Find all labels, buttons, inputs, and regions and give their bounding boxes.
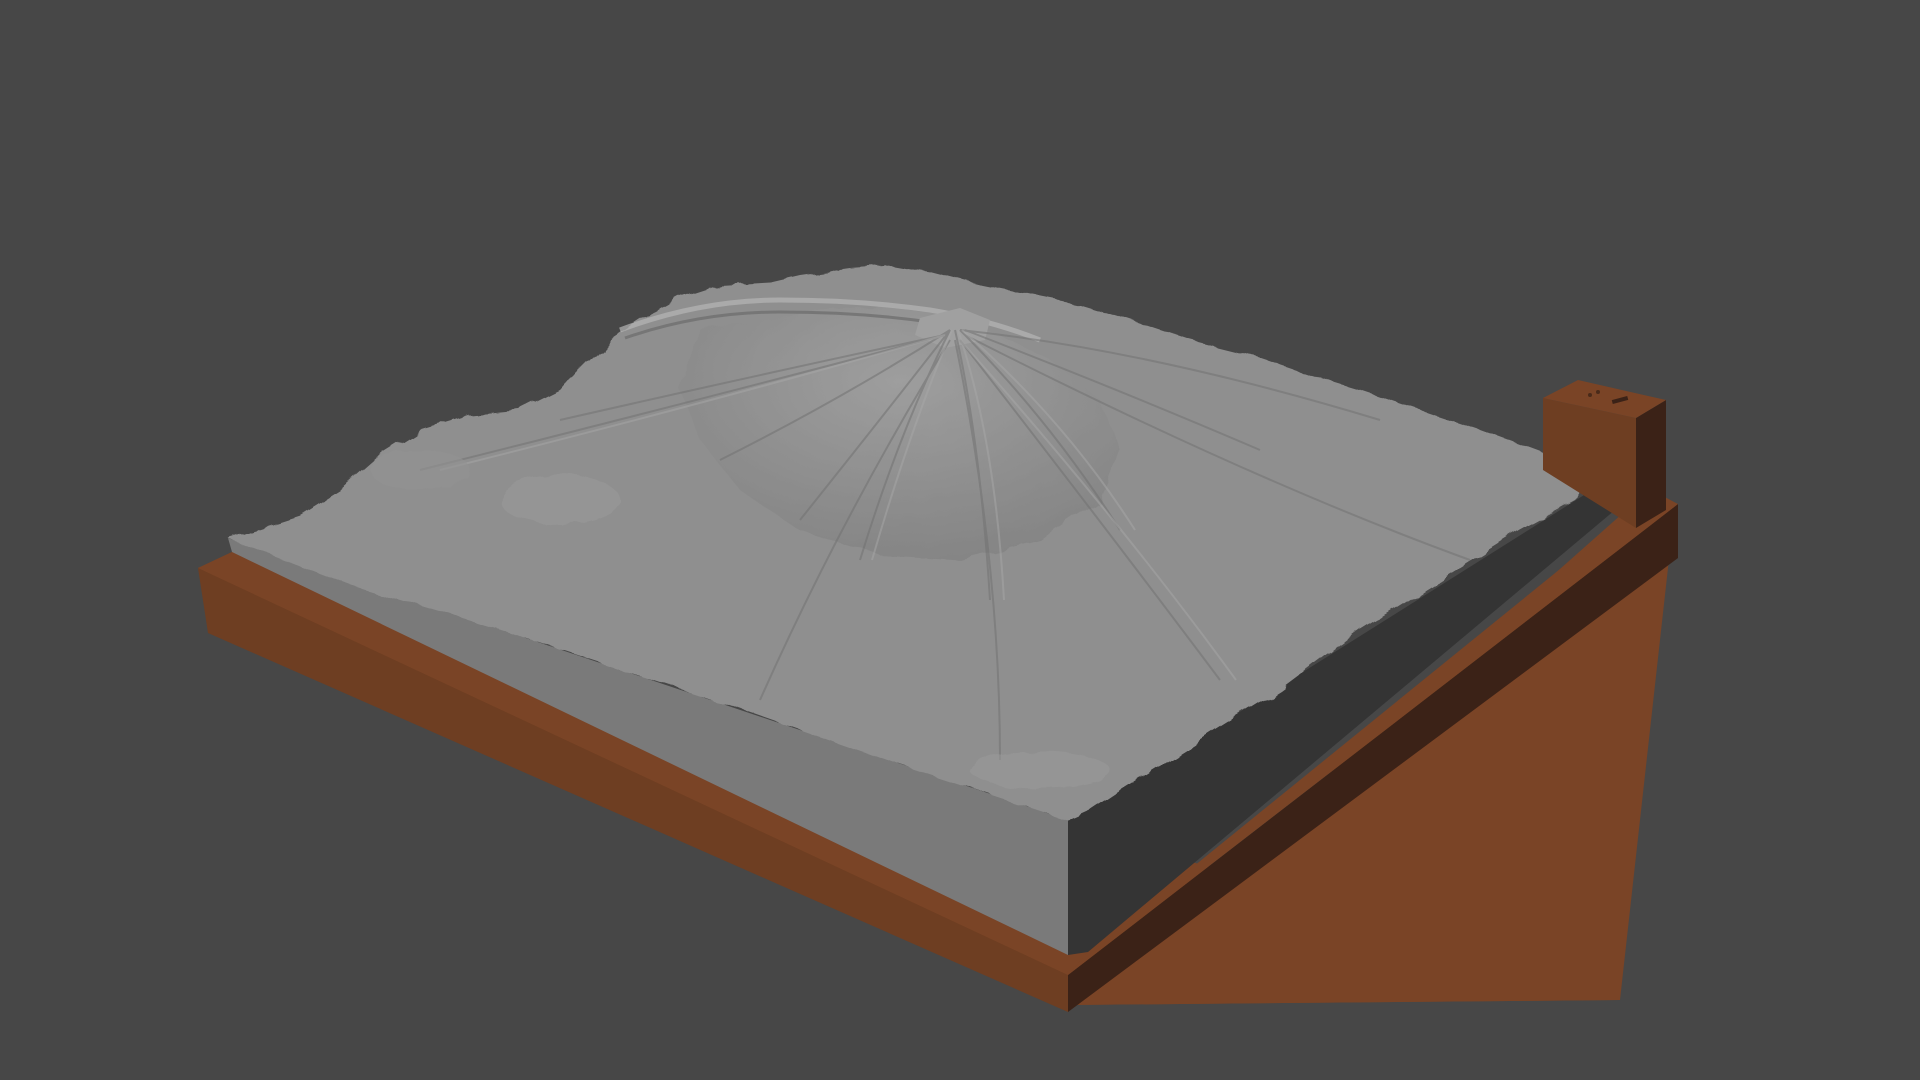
3d-viewport[interactable] [0,0,1920,1080]
tab-engraving-dot [1596,390,1600,394]
scene-canvas[interactable] [0,0,1920,1080]
tab-engraving-dot [1588,393,1592,397]
hill-front [970,752,1110,788]
hill-left [500,475,620,525]
tab-side-face [1636,400,1666,528]
hill-left-2 [370,450,470,490]
